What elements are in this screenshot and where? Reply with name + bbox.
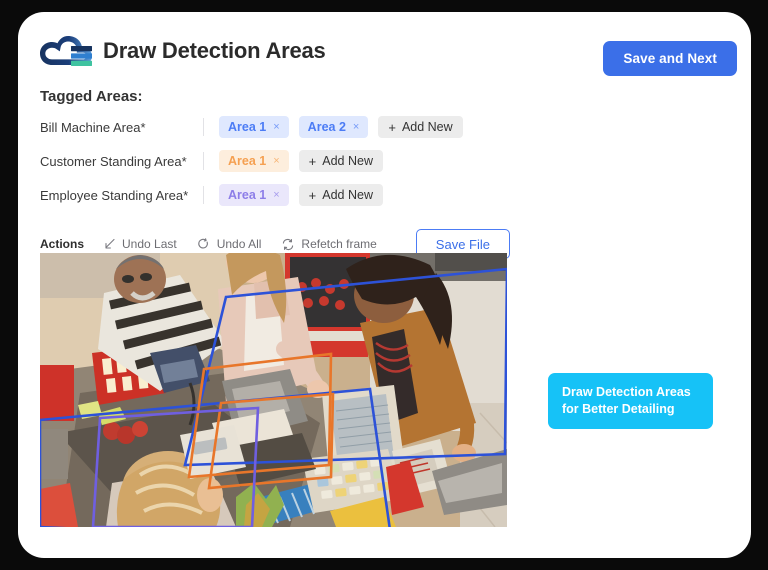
circular-arrow-icon bbox=[197, 237, 211, 251]
store-photo bbox=[40, 253, 507, 527]
row-divider bbox=[203, 152, 204, 170]
chip-remove-icon[interactable]: × bbox=[273, 189, 279, 201]
tagged-areas-list: Bill Machine Area* Area 1 × Area 2 × + Add New… bbox=[40, 110, 520, 212]
page-header: Draw Detection Areas Save and Next bbox=[18, 12, 751, 82]
refetch-frame-button[interactable]: Refetch frame bbox=[281, 237, 377, 251]
undo-last-label: Undo Last bbox=[122, 237, 177, 251]
chip-remove-icon[interactable]: × bbox=[273, 121, 279, 133]
plus-icon: + bbox=[308, 153, 317, 169]
add-new-label: Add New bbox=[401, 120, 453, 134]
row-divider bbox=[203, 118, 204, 136]
undo-all-label: Undo All bbox=[216, 237, 262, 251]
page-title: Draw Detection Areas bbox=[103, 38, 326, 63]
plus-icon: + bbox=[388, 119, 396, 135]
area-chip[interactable]: Area 1 × bbox=[219, 116, 289, 138]
tagged-areas-heading: Tagged Areas: bbox=[40, 88, 143, 105]
chip-remove-icon[interactable]: × bbox=[353, 121, 359, 133]
add-new-label: Add New bbox=[322, 154, 373, 168]
add-new-area-button[interactable]: + Add New bbox=[378, 116, 463, 138]
undo-all-button[interactable]: Undo All bbox=[197, 237, 262, 251]
area-chip-label: Area 2 bbox=[307, 120, 346, 134]
row-divider bbox=[203, 186, 204, 204]
main-card: Draw Detection Areas Save and Next Tagge… bbox=[18, 12, 751, 558]
save-and-next-button[interactable]: Save and Next bbox=[603, 41, 737, 76]
refresh-sync-icon bbox=[281, 237, 295, 251]
app-root: Draw Detection Areas Save and Next Tagge… bbox=[0, 0, 768, 570]
area-chip[interactable]: Area 2 × bbox=[298, 116, 369, 138]
actions-label: Actions bbox=[40, 237, 85, 251]
area-chip-label: Area 1 bbox=[228, 154, 267, 168]
area-row-label: Bill Machine Area* bbox=[40, 119, 146, 135]
cloud-database-logo-icon bbox=[38, 30, 94, 72]
hint-line-1: Draw Detection Areas bbox=[562, 385, 691, 399]
tagged-area-row: Customer Standing Area* Area 1 × + Add New bbox=[40, 144, 520, 178]
hint-line-2: for Better Detailing bbox=[562, 402, 675, 416]
area-row-label: Customer Standing Area* bbox=[40, 153, 187, 169]
canvas-svg[interactable] bbox=[40, 253, 507, 527]
undo-last-button[interactable]: Undo Last bbox=[102, 237, 177, 251]
area-chip-label: Area 1 bbox=[228, 120, 267, 134]
tagged-area-row: Employee Standing Area* Area 1 × + Add New bbox=[40, 178, 520, 212]
area-row-label: Employee Standing Area* bbox=[40, 187, 189, 203]
detection-canvas[interactable] bbox=[40, 253, 507, 527]
undo-arrow-icon bbox=[102, 237, 116, 251]
add-new-label: Add New bbox=[322, 188, 373, 202]
area-chip[interactable]: Area 1 × bbox=[219, 184, 289, 206]
tagged-area-row: Bill Machine Area* Area 1 × Area 2 × + Add New bbox=[40, 110, 520, 144]
chip-remove-icon[interactable]: × bbox=[273, 155, 279, 167]
add-new-area-button[interactable]: + Add New bbox=[298, 184, 383, 206]
plus-icon: + bbox=[308, 187, 317, 203]
refetch-frame-label: Refetch frame bbox=[301, 237, 377, 251]
add-new-area-button[interactable]: + Add New bbox=[298, 150, 383, 172]
area-chip[interactable]: Area 1 × bbox=[219, 150, 289, 172]
area-chip-label: Area 1 bbox=[228, 188, 267, 202]
hint-tooltip: Draw Detection Areas for Better Detailin… bbox=[548, 373, 713, 429]
